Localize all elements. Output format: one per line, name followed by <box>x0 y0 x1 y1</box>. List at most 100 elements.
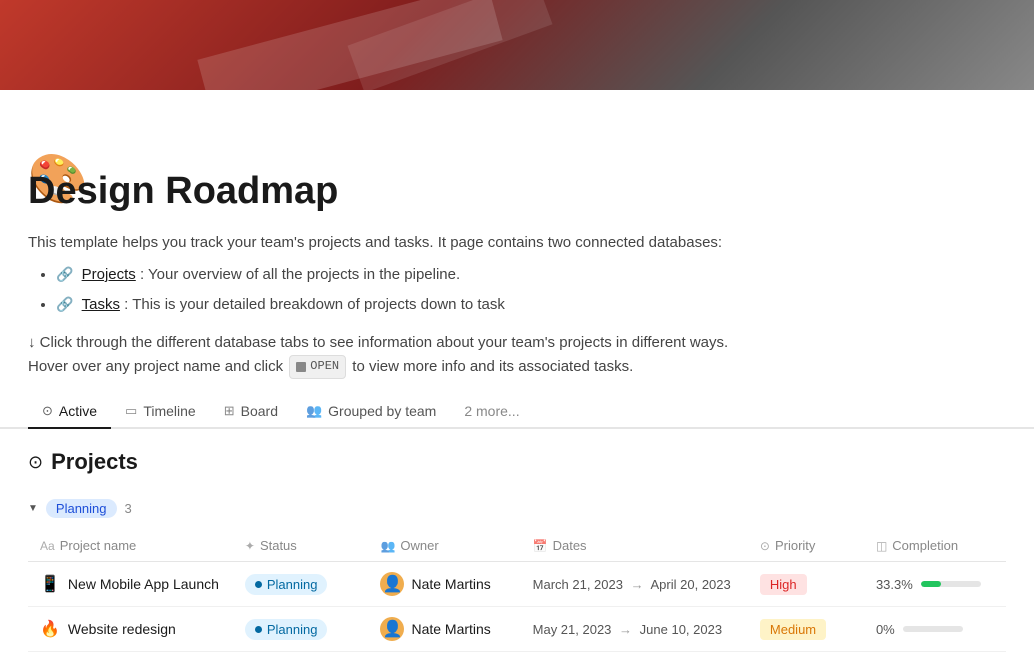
col-name-label: Project name <box>60 538 137 553</box>
status-badge: Planning <box>245 574 328 595</box>
col-header-dates: 📅 Dates <box>521 530 748 562</box>
col-completion-label: Completion <box>892 538 958 553</box>
project-name-cell: 📱 New Mobile App Launch <box>40 574 221 594</box>
group-header-planning[interactable]: ▼ Planning 3 <box>28 491 1006 526</box>
tab-active-icon: ⊙ <box>42 403 53 419</box>
col-dates-icon: 📅 <box>533 539 548 553</box>
progress-fill <box>921 581 941 587</box>
tab-grouped-label: Grouped by team <box>328 403 436 419</box>
progress-bar <box>903 626 963 632</box>
tabs-bar: ⊙ Active ▭ Timeline ⊞ Board 👥 Grouped by… <box>0 395 1034 429</box>
owner-name: Nate Martins <box>411 576 490 592</box>
avatar-icon: 👤 <box>382 574 402 594</box>
dates-cell: May 21, 2023 → June 10, 2023 <box>533 622 722 637</box>
table-body: 📱 New Mobile App Launch Planning 👤 Nate … <box>28 562 1006 652</box>
avatar: 👤 <box>380 572 404 596</box>
status-dot <box>255 626 262 633</box>
projects-table: Aa Project name ✦ Status 👥 Owner <box>28 530 1006 652</box>
bullet-tasks: 🔗 Tasks : This is your detailed breakdow… <box>56 293 1006 317</box>
completion-value: 0% <box>876 622 895 637</box>
open-badge: OPEN <box>289 355 346 378</box>
col-owner-label: Owner <box>400 538 438 553</box>
col-priority-icon: ⊙ <box>760 539 770 553</box>
col-header-completion: ◫ Completion <box>864 530 1006 562</box>
date-arrow: → <box>619 622 632 637</box>
feature-list: 🔗 Projects : Your overview of all the pr… <box>28 263 1006 317</box>
avatar: 👤 <box>380 617 404 641</box>
project-name-text: New Mobile App Launch <box>68 576 219 592</box>
tab-timeline-icon: ▭ <box>125 403 137 419</box>
col-owner-icon: 👥 <box>380 539 395 553</box>
col-header-owner: 👥 Owner <box>368 530 520 562</box>
date-start: May 21, 2023 <box>533 622 612 637</box>
owner-name: Nate Martins <box>411 621 490 637</box>
page-banner <box>0 0 1034 90</box>
bullet-icon-2: 🔗 <box>56 296 73 312</box>
priority-badge: Medium <box>760 619 826 640</box>
table-row[interactable]: 📱 New Mobile App Launch Planning 👤 Nate … <box>28 562 1006 607</box>
tab-timeline[interactable]: ▭ Timeline <box>111 395 210 429</box>
tab-active[interactable]: ⊙ Active <box>28 395 111 429</box>
tab-board-icon: ⊞ <box>224 403 235 419</box>
open-icon <box>296 362 306 372</box>
status-badge: Planning <box>245 619 328 640</box>
tab-timeline-label: Timeline <box>143 403 195 419</box>
page-description: This template helps you track your team'… <box>28 231 1006 255</box>
owner-cell: 👤 Nate Martins <box>380 617 508 641</box>
open-label: OPEN <box>310 357 339 376</box>
tab-board-label: Board <box>241 403 278 419</box>
progress-bar <box>921 581 981 587</box>
project-emoji: 📱 <box>40 574 60 594</box>
date-arrow: → <box>631 577 644 592</box>
db-title: Projects <box>51 449 138 475</box>
instructions-line1: ↓ Click through the different database t… <box>28 334 728 351</box>
db-title-icon: ⊙ <box>28 452 43 473</box>
date-end: June 10, 2023 <box>640 622 722 637</box>
completion-value: 33.3% <box>876 577 913 592</box>
col-name-icon: Aa <box>40 539 55 553</box>
project-name-cell: 🔥 Website redesign <box>40 619 221 639</box>
col-status-icon: ✦ <box>245 539 255 553</box>
bullet-icon-1: 🔗 <box>56 266 73 282</box>
date-start: March 21, 2023 <box>533 577 623 592</box>
tab-board[interactable]: ⊞ Board <box>210 395 292 429</box>
tab-active-label: Active <box>59 403 97 419</box>
table-row[interactable]: 🔥 Website redesign Planning 👤 Nate Marti… <box>28 607 1006 652</box>
group-badge: Planning <box>46 499 117 518</box>
col-status-label: Status <box>260 538 297 553</box>
status-dot <box>255 581 262 588</box>
owner-cell: 👤 Nate Martins <box>380 572 508 596</box>
date-end: April 20, 2023 <box>651 577 731 592</box>
status-label: Planning <box>267 577 318 592</box>
projects-description: : Your overview of all the projects in t… <box>140 266 460 283</box>
group-count: 3 <box>125 501 132 516</box>
tab-grouped-by-team[interactable]: 👥 Grouped by team <box>292 395 450 429</box>
instructions-line2: Hover over any project name and click <box>28 358 283 375</box>
project-name-text: Website redesign <box>68 621 176 637</box>
project-emoji: 🔥 <box>40 619 60 639</box>
priority-badge: High <box>760 574 807 595</box>
tasks-link[interactable]: Tasks <box>82 296 120 313</box>
col-header-priority: ⊙ Priority <box>748 530 864 562</box>
col-header-name: Aa Project name <box>28 530 233 562</box>
tab-more-label: 2 more... <box>464 403 519 419</box>
status-label: Planning <box>267 622 318 637</box>
bullet-projects: 🔗 Projects : Your overview of all the pr… <box>56 263 1006 287</box>
completion-cell: 0% <box>876 622 994 637</box>
tab-grouped-icon: 👥 <box>306 403 322 419</box>
page-title: Design Roadmap <box>28 170 1006 213</box>
col-priority-label: Priority <box>775 538 815 553</box>
database-section: ⊙ Projects ▼ Planning 3 Aa Project name … <box>0 429 1034 652</box>
instructions-line3: to view more info and its associated tas… <box>352 358 633 375</box>
dates-cell: March 21, 2023 → April 20, 2023 <box>533 577 731 592</box>
projects-link[interactable]: Projects <box>82 266 136 283</box>
group-expand-icon: ▼ <box>28 503 38 514</box>
tasks-description: : This is your detailed breakdown of pro… <box>124 296 505 313</box>
instructions: ↓ Click through the different database t… <box>28 331 1006 379</box>
avatar-icon: 👤 <box>382 619 402 639</box>
table-header-row: Aa Project name ✦ Status 👥 Owner <box>28 530 1006 562</box>
col-dates-label: Dates <box>553 538 587 553</box>
tab-more[interactable]: 2 more... <box>450 395 533 427</box>
col-header-status: ✦ Status <box>233 530 369 562</box>
db-title-row: ⊙ Projects <box>28 449 1006 475</box>
